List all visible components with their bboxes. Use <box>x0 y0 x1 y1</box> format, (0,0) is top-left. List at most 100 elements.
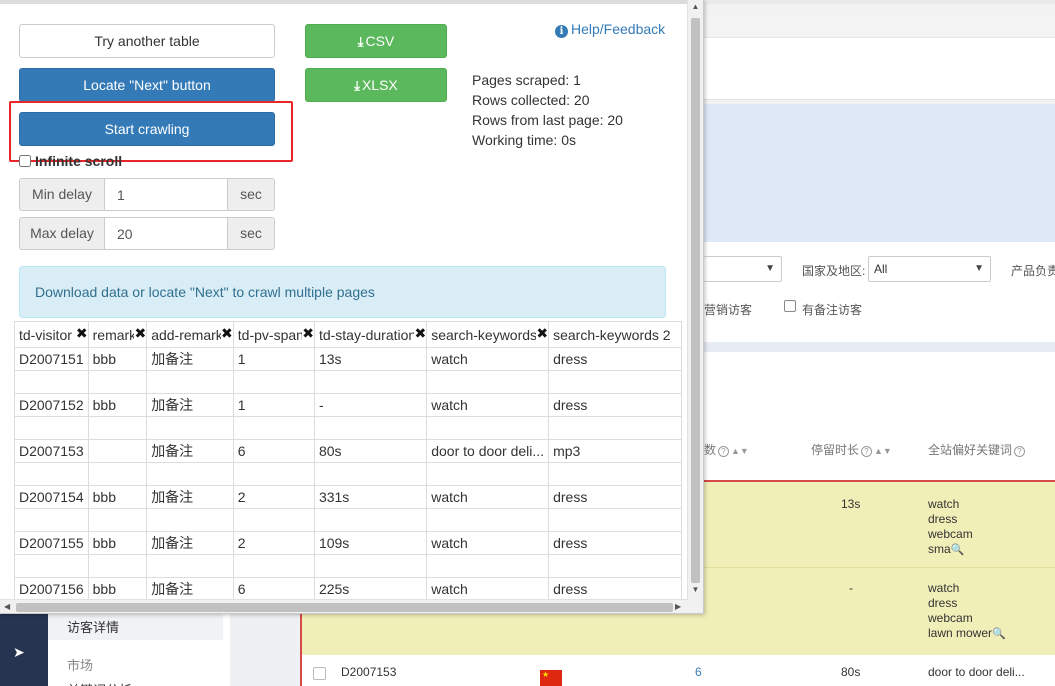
table-row: D2007154bbb加备注2331swatchdresswebcam <box>14 485 682 509</box>
magnifier-icon[interactable]: 🔍 <box>992 628 1006 640</box>
column-header: search-keywords 2 <box>548 321 682 348</box>
column-header: search-ke <box>680 321 682 348</box>
bg-left-nav-bar: ➤ <box>0 614 48 686</box>
table-row-empty <box>14 416 682 440</box>
table-row: D2007155bbb加备注2109swatchdresswebcam <box>14 531 682 555</box>
bg-top-bar <box>704 12 1055 38</box>
download-icon: ⤓ <box>357 34 364 49</box>
table-row-empty <box>14 462 682 486</box>
vertical-scroll-thumb[interactable] <box>691 18 700 583</box>
bg-select-partial[interactable]: ▼ <box>704 256 782 282</box>
remove-column-icon[interactable]: ✖ <box>414 326 426 340</box>
remove-column-icon[interactable]: ✖ <box>302 326 314 340</box>
bg-col-header-stay[interactable]: 停留时长? ▲▼ <box>811 441 892 458</box>
infinite-scroll-option[interactable]: Infinite scroll <box>19 153 122 169</box>
remove-column-icon[interactable]: ✖ <box>536 326 548 340</box>
bg-row3-pv[interactable]: 6 <box>695 665 702 679</box>
column-header: add-remark ✖ <box>146 321 234 348</box>
bg-marketing-visitor-label: 营销访客 <box>704 303 753 317</box>
scroll-up-icon[interactable]: ▲ <box>688 2 703 11</box>
bg-has-note-checkbox[interactable] <box>784 300 796 312</box>
table-row-empty <box>14 370 682 394</box>
rows-last-page: Rows from last page: 20 <box>472 112 623 128</box>
scroll-down-icon[interactable]: ▼ <box>688 585 703 594</box>
min-delay-input[interactable] <box>105 178 227 211</box>
bg-country-value: All <box>874 262 888 276</box>
table-row-empty <box>14 508 682 532</box>
pages-scraped: Pages scraped: 1 <box>472 72 581 88</box>
column-header: remark ✖ <box>87 321 148 348</box>
bg-country-label: 国家及地区: <box>802 264 866 278</box>
column-header: td-pv-span ✖ <box>232 321 315 348</box>
vertical-scrollbar[interactable]: ▲ ▼ <box>687 0 703 613</box>
bg-row3-id: D2007153 <box>341 665 397 679</box>
remove-column-icon[interactable]: ✖ <box>221 326 233 340</box>
chevron-down-icon: ▼ <box>974 263 984 274</box>
help-icon: ? <box>861 446 873 457</box>
sort-icon[interactable]: ▲▼ <box>731 446 749 456</box>
remove-column-icon[interactable]: ✖ <box>75 326 88 340</box>
bg-gap <box>230 614 300 686</box>
min-delay-unit: sec <box>227 178 275 211</box>
bg-row1-stay: 13s <box>841 497 861 511</box>
bg-has-note-label: 有备注访客 <box>802 303 863 317</box>
nav-item-market[interactable]: 市场 <box>67 655 93 674</box>
max-delay-label: Max delay <box>19 217 105 250</box>
info-alert: Download data or locate "Next" to crawl … <box>19 266 666 318</box>
table-row: D2007153加备注680sdoor to door deli...mp3te… <box>14 439 682 463</box>
scraper-popup: Try another table Locate "Next" button S… <box>0 0 704 614</box>
table-row-empty <box>14 554 682 578</box>
max-delay-unit: sec <box>227 217 275 250</box>
bg-row3-keyword: door to door deli... <box>928 665 1025 679</box>
bg-row2-stay: - <box>849 581 853 595</box>
min-delay-group: Min delay sec <box>19 178 275 211</box>
nav-item-visitor-detail[interactable]: 访客详情 <box>67 617 119 636</box>
horizontal-scroll-thumb[interactable] <box>16 603 673 612</box>
magnifier-icon[interactable]: 🔍 <box>951 544 965 556</box>
scroll-right-icon[interactable]: ▶ <box>675 602 681 611</box>
max-delay-group: Max delay sec <box>19 217 275 250</box>
bg-table-header-area <box>704 352 1055 480</box>
column-header: td-stay-duration ✖ <box>313 321 428 348</box>
bg-country-select[interactable]: All ▼ <box>868 256 991 282</box>
try-another-table-button[interactable]: Try another table <box>19 24 275 58</box>
help-feedback-link[interactable]: i Help/Feedback <box>555 21 665 38</box>
xlsx-download-button[interactable]: ⤓ XLSX <box>305 68 447 102</box>
column-header: search-keywords ✖ <box>426 321 550 348</box>
download-icon: ⤓ <box>354 78 360 93</box>
table-row: D2007156bbb加备注6225swatchdresswebcam <box>14 577 682 600</box>
bg-row1-keywords: watch dress webcam sma🔍 <box>928 497 973 556</box>
bg-row3-stay: 80s <box>841 665 861 679</box>
bg-col-header-keywords[interactable]: 全站偏好关键词? <box>928 441 1026 458</box>
bg-row3-checkbox[interactable] <box>313 667 326 680</box>
bg-banner <box>704 104 1055 242</box>
bg-divider <box>704 342 1055 352</box>
rows-collected: Rows collected: 20 <box>472 92 590 108</box>
csv-download-button[interactable]: ⤓ CSV <box>305 24 447 58</box>
nav-item-keyword-analysis[interactable]: 关键词分析 <box>67 680 132 686</box>
chevron-down-icon: ▼ <box>765 263 775 274</box>
min-delay-label: Min delay <box>19 178 105 211</box>
start-crawling-button[interactable]: Start crawling <box>19 112 275 146</box>
remove-column-icon[interactable]: ✖ <box>134 326 146 340</box>
table-row: D2007151bbb加备注113swatchdresswebcam <box>14 347 682 371</box>
table-header-row: td-visitor ✖ remark ✖ add-remark ✖ td-pv-sp… <box>14 321 682 348</box>
table-row: D2007152bbb加备注1-watchdresswebcam <box>14 393 682 417</box>
china-flag-icon: ★ <box>540 670 562 686</box>
info-icon: i <box>555 25 568 38</box>
sort-icon[interactable]: ▲▼ <box>874 446 892 456</box>
infinite-scroll-checkbox[interactable] <box>19 155 31 167</box>
preview-table-container[interactable]: td-visitor ✖ remark ✖ add-remark ✖ td-pv-sp… <box>14 321 682 600</box>
max-delay-input[interactable] <box>105 217 227 250</box>
help-icon: ? <box>1014 446 1026 457</box>
bg-row2-keywords: watch dress webcam lawn mower🔍 <box>928 581 1006 640</box>
scroll-left-icon[interactable]: ◀ <box>4 602 10 611</box>
send-icon[interactable]: ➤ <box>13 644 25 661</box>
popup-top-line <box>0 0 688 4</box>
bg-top-strip <box>704 0 1055 4</box>
bg-header-area <box>704 38 1055 100</box>
crawl-stats: Pages scraped: 1 Rows collected: 20 Rows… <box>472 70 623 150</box>
locate-next-button[interactable]: Locate "Next" button <box>19 68 275 102</box>
horizontal-scrollbar[interactable]: ◀ ▶ <box>0 599 688 613</box>
bg-col-header-pv[interactable]: 数? ▲▼ <box>704 441 749 458</box>
